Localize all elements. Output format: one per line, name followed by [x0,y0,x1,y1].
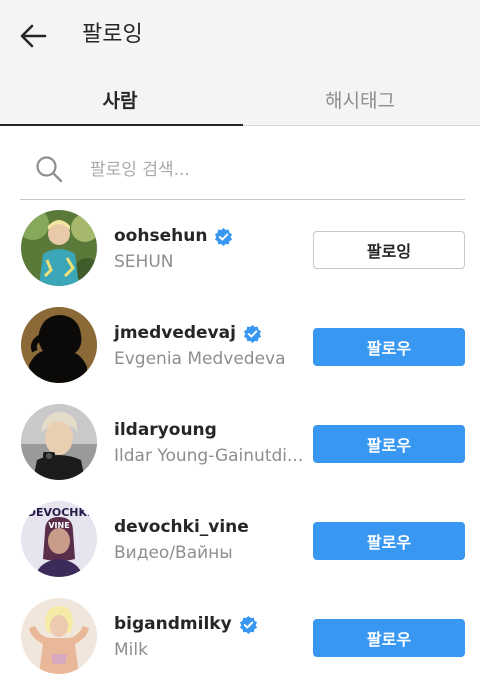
following-button[interactable]: 팔로잉 [313,231,465,269]
list-item: bigandmilky Milk 팔로우 [0,588,480,685]
follow-button[interactable]: 팔로우 [313,522,465,560]
list-item: oohsehun SEHUN 팔로잉 [0,200,480,297]
list-item: jmedvedevaj Evgenia Medvedeva 팔로우 [0,297,480,394]
following-list: oohsehun SEHUN 팔로잉 jmedvedevaj Evgenia M… [0,200,480,685]
arrow-left-icon [20,24,47,48]
avatar[interactable] [21,598,97,674]
tab-people[interactable]: 사람 [0,72,240,126]
avatar-logo-text: DEVOCHKI [27,506,91,519]
back-button[interactable] [14,18,52,54]
avatar[interactable] [21,210,97,286]
search-input[interactable] [90,154,450,186]
page-title: 팔로잉 [82,22,143,47]
verified-badge-icon [239,615,257,634]
search-icon [36,156,63,183]
avatar[interactable]: DEVOCHKI VINE [21,501,97,577]
active-tab-indicator [0,124,243,126]
avatar[interactable] [21,404,97,480]
full-name: Ildar Young-Gainutdi... [114,446,304,466]
avatar[interactable] [21,307,97,383]
list-item: DEVOCHKI VINE devochki_vine Видео/Вайны … [0,491,480,588]
follow-button[interactable]: 팔로우 [313,328,465,366]
username[interactable]: bigandmilky [114,614,232,634]
full-name: Milk [114,640,148,660]
follow-button[interactable]: 팔로우 [313,619,465,657]
follow-button[interactable]: 팔로우 [313,425,465,463]
avatar-logo-subtext: VINE [48,521,69,530]
verified-badge-icon [243,324,261,343]
full-name: Evgenia Medvedeva [114,349,286,369]
username[interactable]: oohsehun [114,226,207,246]
username[interactable]: ildaryoung [114,420,217,440]
search-bar [20,144,465,200]
full-name: Видео/Вайны [114,543,233,563]
app-header: 팔로잉 [0,0,480,72]
verified-badge-icon [215,227,233,246]
list-item: ildaryoung Ildar Young-Gainutdi... 팔로우 [0,394,480,491]
full-name: SEHUN [114,252,174,272]
username[interactable]: devochki_vine [114,517,249,537]
tab-hashtags[interactable]: 해시태그 [240,72,480,126]
tab-bar: 사람 해시태그 [0,72,480,126]
username[interactable]: jmedvedevaj [114,323,236,343]
